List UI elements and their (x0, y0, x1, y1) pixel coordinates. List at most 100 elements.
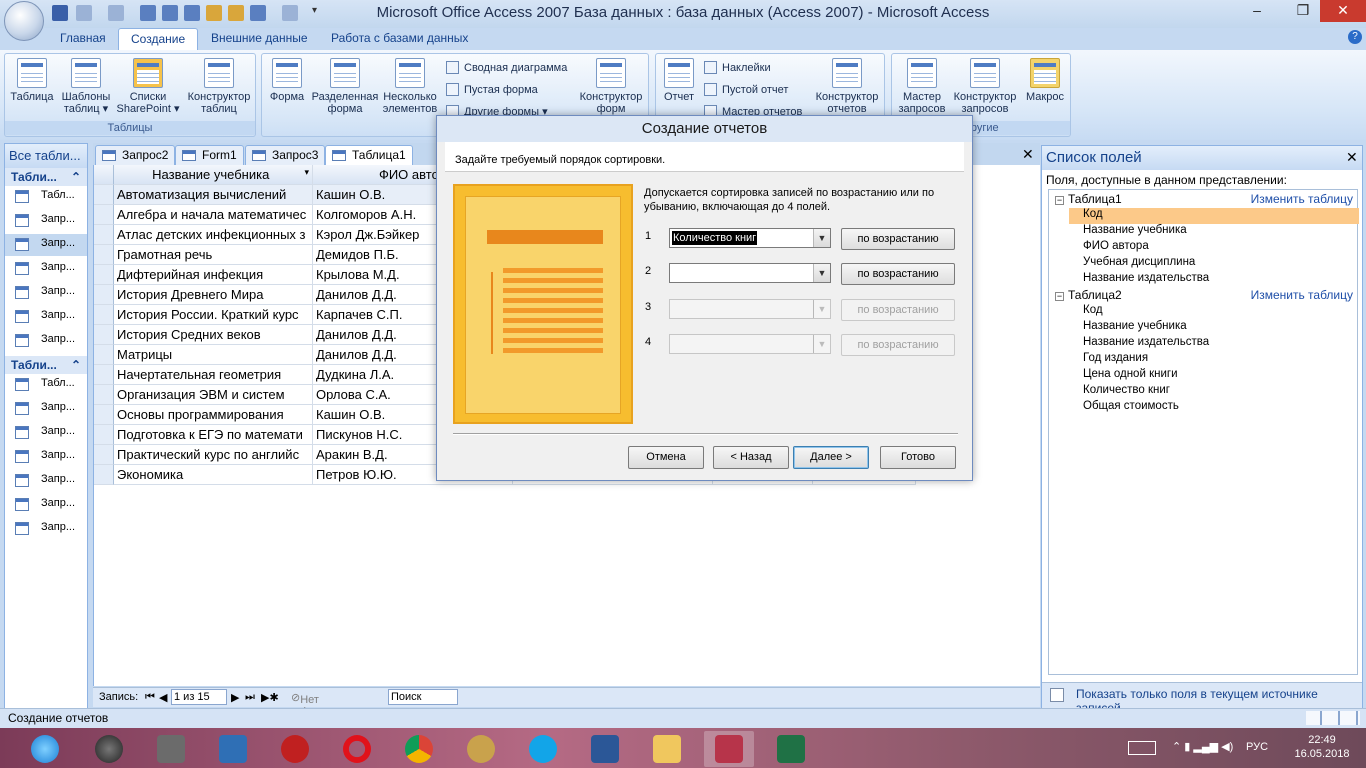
nav-item[interactable]: Запр... (5, 282, 87, 304)
next-record-icon[interactable]: ▶ (231, 691, 239, 704)
select-all[interactable] (94, 165, 114, 185)
collapse-icon[interactable]: − (1055, 196, 1064, 205)
nav-item[interactable]: Запр... (5, 518, 87, 540)
close-document-icon[interactable]: ✕ (1022, 146, 1034, 163)
edit-table-link[interactable]: Изменить таблицу (1251, 192, 1353, 206)
form-designer-button[interactable]: Конструктор форм (574, 58, 648, 115)
row-selector[interactable] (94, 325, 114, 345)
table-button[interactable]: Таблица (7, 58, 57, 103)
media-icon[interactable] (84, 731, 134, 767)
field-list-item[interactable]: Общая стоимость (1083, 400, 1357, 416)
row-selector[interactable] (94, 445, 114, 465)
sort-field-4-select[interactable]: ▼ (669, 334, 831, 354)
sort-order-2-button[interactable]: по возрастанию (841, 263, 955, 285)
nav-item[interactable]: Запр... (5, 306, 87, 328)
ie-icon[interactable] (20, 731, 70, 767)
row-selector[interactable] (94, 265, 114, 285)
field-list-item[interactable]: Код (1083, 304, 1357, 320)
office-button[interactable] (4, 1, 44, 41)
field-list-item[interactable]: Название издательства (1083, 336, 1357, 352)
nav-item[interactable]: Запр... (5, 398, 87, 420)
field-list-item[interactable]: ФИО автора (1083, 240, 1357, 256)
first-record-icon[interactable]: ⏮ (145, 691, 155, 704)
labels-button[interactable]: Наклейки (702, 60, 771, 76)
field-list-table[interactable]: − Таблица1 (1055, 192, 1122, 206)
nav-group-tables[interactable]: Табли... ⌃ (5, 356, 87, 374)
nav-item[interactable]: Запр... (5, 470, 87, 492)
field-list-item[interactable]: Название учебника (1083, 224, 1357, 240)
nav-item[interactable]: Запр... (5, 330, 87, 352)
field-list-item[interactable]: Название издательства (1083, 272, 1357, 288)
tab-home[interactable]: Главная (48, 28, 118, 50)
field-list-item[interactable]: Код (1069, 208, 1359, 224)
back-button[interactable]: < Назад (713, 446, 789, 469)
row-selector[interactable] (94, 285, 114, 305)
table-cell[interactable]: Организация ЭВМ и систем (114, 385, 313, 405)
table-cell[interactable]: Подготовка к ЕГЭ по математи (114, 425, 313, 445)
tab-database-tools[interactable]: Работа с базами данных (319, 28, 480, 50)
doc-tab-table1[interactable]: Таблица1 (325, 145, 413, 165)
table-designer-button[interactable]: Конструктор таблиц (183, 58, 255, 115)
row-selector[interactable] (94, 205, 114, 225)
row-selector[interactable] (94, 225, 114, 245)
edit-table-link[interactable]: Изменить таблицу (1251, 288, 1353, 302)
row-selector[interactable] (94, 345, 114, 365)
maximize-button[interactable]: ❐ (1282, 0, 1324, 22)
blank-report-button[interactable]: Пустой отчет (702, 82, 788, 98)
table-cell[interactable]: Основы программирования (114, 405, 313, 425)
prev-record-icon[interactable]: ◀ (159, 691, 167, 704)
nav-group-tables[interactable]: Табли... ⌃ (5, 168, 87, 186)
table-cell[interactable]: История Древнего Мира (114, 285, 313, 305)
table-cell[interactable]: Грамотная речь (114, 245, 313, 265)
row-selector[interactable] (94, 425, 114, 445)
table-cell[interactable]: Практический курс по английс (114, 445, 313, 465)
help-icon[interactable]: ? (1348, 30, 1362, 44)
table-templates-button[interactable]: Шаблоны таблиц ▾ (57, 58, 115, 115)
dropdown-arrow-icon[interactable]: ▾ (304, 167, 309, 178)
view-icons[interactable] (1306, 711, 1360, 725)
query-designer-button[interactable]: Конструктор запросов (950, 58, 1020, 115)
chrome-icon[interactable] (394, 731, 444, 767)
query-wizard-button[interactable]: Мастер запросов (894, 58, 950, 115)
row-selector[interactable] (94, 245, 114, 265)
chevron-down-icon[interactable]: ▼ (813, 264, 830, 282)
field-list-item[interactable]: Год издания (1083, 352, 1357, 368)
access-icon[interactable] (704, 731, 754, 767)
nav-item[interactable]: Запр... (5, 258, 87, 280)
chevron-down-icon[interactable]: ▼ (813, 229, 830, 247)
sort-order-1-button[interactable]: по возрастанию (841, 228, 955, 250)
table-cell[interactable]: Атлас детских инфекционных з (114, 225, 313, 245)
nav-item[interactable]: Запр... (5, 234, 87, 256)
opera-icon[interactable] (332, 731, 382, 767)
sort-order-4-button[interactable]: по возрастанию (841, 334, 955, 356)
row-selector[interactable] (94, 185, 114, 205)
doc-tab-query3[interactable]: Запрос3 (245, 145, 326, 165)
form-button[interactable]: Форма (264, 58, 310, 103)
collapse-icon[interactable]: − (1055, 292, 1064, 301)
language-indicator[interactable]: РУС (1246, 741, 1268, 753)
close-button[interactable]: ✕ (1320, 0, 1366, 22)
field-list-item[interactable]: Цена одной книги (1083, 368, 1357, 384)
multiple-items-button[interactable]: Несколько элементов (380, 58, 440, 115)
excel-icon[interactable] (766, 731, 816, 767)
row-selector[interactable] (94, 365, 114, 385)
blank-form-button[interactable]: Пустая форма (444, 82, 538, 98)
split-form-button[interactable]: Разделенная форма (310, 58, 380, 115)
doc-tab-query2[interactable]: Запрос2 (95, 145, 176, 165)
nav-item[interactable]: Запр... (5, 422, 87, 444)
no-filter-button[interactable]: ⊘ Нет фильтра (291, 691, 344, 718)
doc-icon[interactable] (146, 731, 196, 767)
tab-external-data[interactable]: Внешние данные (199, 28, 320, 50)
skype-icon[interactable] (518, 731, 568, 767)
tab-create[interactable]: Создание (118, 28, 199, 50)
field-list-table[interactable]: − Таблица2 (1055, 288, 1122, 302)
minimize-button[interactable]: ‒ (1236, 0, 1278, 22)
row-selector[interactable] (94, 465, 114, 485)
sort-field-1-select[interactable]: Количество книг ▼ (669, 228, 831, 248)
nav-item[interactable]: Запр... (5, 494, 87, 516)
cancel-button[interactable]: Отмена (628, 446, 704, 469)
settings-app-icon[interactable] (208, 731, 258, 767)
report-button[interactable]: Отчет (658, 58, 700, 103)
nav-item[interactable]: Табл... (5, 186, 87, 208)
table-cell[interactable]: История России. Краткий курс (114, 305, 313, 325)
